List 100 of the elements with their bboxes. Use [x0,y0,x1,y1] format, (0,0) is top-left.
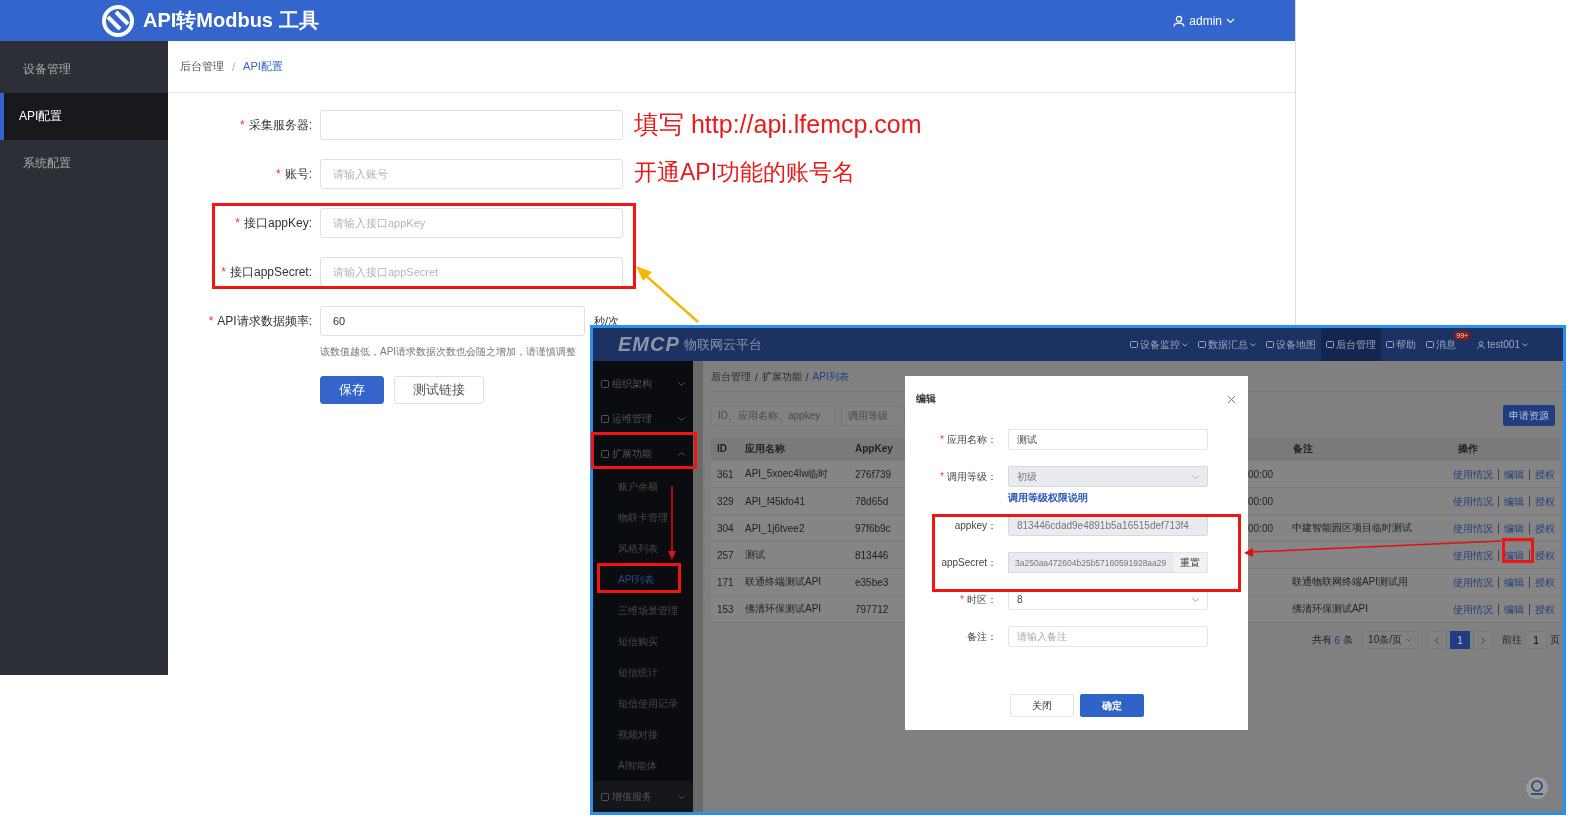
nav-item[interactable]: 设备地图 [1261,328,1322,361]
sidebar-item[interactable]: API配置 [0,93,168,140]
table-cell-text: 97f6b9c [855,522,892,534]
table-cell: 00:00 [1248,495,1274,507]
dialog-button[interactable]: 确定 [1079,694,1144,717]
chevron-right-icon [1481,636,1485,644]
action-link[interactable]: 编辑 [1498,576,1529,588]
chevron-icon [678,381,685,386]
sidebar-item[interactable]: 设备管理 [0,46,168,93]
action-link[interactable]: 授权 [1529,576,1560,588]
nav-icon [1426,340,1435,349]
menu-item[interactable]: API列表 [593,564,693,595]
action-link[interactable]: 使用情况 [1453,495,1498,507]
input-field[interactable] [320,110,623,140]
breadcrumb-link[interactable]: API配置 [243,59,283,74]
table-cell-text: API_5xoec4lw临时 [745,467,830,481]
chevron-icon [1192,597,1199,602]
required-mark: * [940,433,944,445]
chevron-icon [1192,474,1199,479]
action-link[interactable]: 授权 [1529,495,1560,507]
user-icon [1173,14,1186,27]
total-label: 共有 [1311,633,1332,647]
annotation-text: 开通API功能的账号名 [634,158,856,187]
input-field[interactable]: 测试 [1008,429,1208,450]
input-field[interactable]: 请输入接口appKey [320,208,623,238]
action-link[interactable]: 编辑 [1498,468,1529,480]
action-link[interactable]: 使用情况 [1453,522,1498,534]
form-button[interactable]: 测试链接 [394,376,484,404]
breadcrumb-link[interactable]: 后台管理 [711,370,751,384]
table-cell-text: 797712 [855,603,890,615]
required-mark: * [960,593,964,605]
nav-item[interactable]: 帮助 [1381,328,1422,361]
page-input[interactable]: 1 [1525,631,1547,649]
breadcrumb-link[interactable]: API列表 [812,370,849,384]
action-link[interactable]: 授权 [1529,468,1560,480]
help-link[interactable]: 调用等级权限说明 [1008,491,1088,505]
nav-item[interactable]: 设备监控 [1125,328,1194,361]
previous-page-button[interactable] [1427,631,1447,649]
action-link[interactable]: 编辑 [1498,495,1529,507]
nav-icon [1130,340,1139,349]
app-title: API转Modbus 工具 [143,8,319,33]
next-page-button[interactable] [1473,631,1493,649]
column-header: ID [716,443,728,454]
chevron-icon [678,451,685,456]
action-link[interactable]: 授权 [1529,549,1560,561]
dialog-title: 编辑 [916,392,936,406]
action-link[interactable]: 使用情况 [1453,468,1498,480]
input-field[interactable]: 请输入接口appSecret [320,257,623,287]
brand-logo: EMCP [618,333,680,356]
nav-icon [1326,340,1335,349]
breadcrumb-link[interactable]: 后台管理 [180,59,224,74]
field-label: 采集服务器: [248,118,312,132]
field-label: 接口appKey: [243,216,312,230]
menu-group[interactable]: 组织架构 [593,366,693,401]
caret-icon [1522,342,1528,347]
action-link[interactable]: 使用情况 [1453,576,1498,588]
action-link[interactable]: 编辑 [1498,522,1529,534]
user-menu[interactable]: admin [1173,13,1235,28]
table-cell: 联通物联网终端API测试用 [1291,576,1409,587]
table-cell: 00:00 [1248,468,1274,480]
breadcrumb-separator: / [232,60,236,73]
page-size-select[interactable]: 10条/页 [1362,631,1418,649]
nav-item[interactable]: 数据汇总 [1193,328,1262,361]
column-header: 应用名称 [745,441,786,456]
table-cell: 00:00 [1248,522,1274,534]
action-link[interactable]: 授权 [1529,522,1560,534]
assistant-icon[interactable] [1525,776,1549,800]
table-cell-text: 78d65d [855,495,890,507]
user-icon [1477,340,1486,349]
input-field[interactable]: 请输入备注 [1008,626,1208,647]
menu-group[interactable]: 扩展功能 [593,436,693,471]
input-field[interactable]: 60 [320,306,585,336]
table-cell: 佛清环保测试API [1291,603,1369,614]
apply-button[interactable]: 申请资源 [1503,405,1555,426]
menu-group[interactable]: 运维管理 [593,401,693,436]
table-cell-text: API_f45kfo41 [745,495,807,507]
field-label: 时区： [967,593,997,605]
nav-item[interactable]: 后台管理 [1321,328,1382,361]
annotation-arrow [636,266,699,323]
close-icon[interactable] [1227,394,1236,404]
input-field[interactable]: 请输入账号 [320,159,623,189]
user-menu[interactable]: test001 [1472,328,1533,361]
required-mark: * [276,167,281,181]
action-link[interactable]: 授权 [1529,603,1560,615]
dialog-button[interactable]: 关闭 [1009,694,1074,717]
menu-icon [601,379,609,388]
annotation-text: 填写 http://api.lfemcp.com [634,109,922,140]
form-button[interactable]: 保存 [320,376,384,404]
table-cell-text: 329 [716,495,735,507]
breadcrumb-link[interactable]: 扩展功能 [761,370,802,384]
action-link[interactable]: 使用情况 [1453,603,1498,615]
hint-text: 该数值越低，API请求数据次数也会随之增加，请谨慎调整 [320,345,578,359]
field-label: 接口appSecret: [229,265,312,279]
sidebar-item[interactable]: 系统配置 [0,140,168,187]
menu-icon [601,414,609,423]
action-link[interactable]: 使用情况 [1453,549,1498,561]
menu-group[interactable]: 增值服务 [593,781,693,812]
breadcrumb-separator: / [805,371,809,383]
page-button[interactable]: 1 [1450,631,1470,649]
action-link[interactable]: 编辑 [1498,603,1529,615]
